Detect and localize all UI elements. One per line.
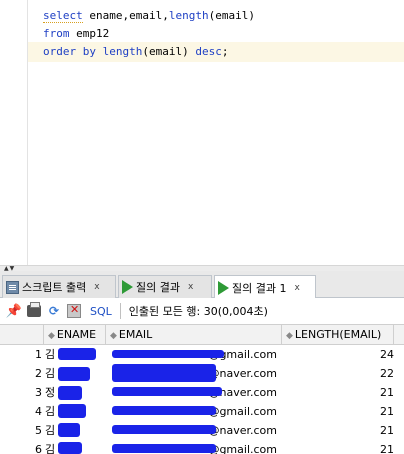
row-number-header <box>0 325 44 345</box>
grid-header: ◆ ENAME ◆ EMAIL ◆ LENGTH(EMAIL) <box>0 324 404 345</box>
tab-script-output[interactable]: 스크립트 출력 x <box>2 275 116 298</box>
column-header-ename[interactable]: ◆ ENAME <box>44 325 106 345</box>
tab-label: 질의 결과 <box>136 281 180 294</box>
length-cell[interactable]: 21 <box>282 402 394 421</box>
length-cell[interactable]: 21 <box>282 383 394 402</box>
keyword-order-by: order by <box>43 45 96 58</box>
redaction-mark <box>112 364 216 382</box>
function-args: (email) <box>142 45 189 58</box>
redaction-mark <box>112 425 216 434</box>
close-icon[interactable]: x <box>294 283 299 293</box>
length-cell[interactable]: 21 <box>282 440 394 454</box>
column-label: ENAME <box>56 328 97 341</box>
redaction-mark <box>112 406 216 415</box>
row-number: 5 <box>35 424 42 437</box>
cancel-query-icon[interactable] <box>66 303 82 319</box>
function-length: length <box>102 45 143 58</box>
select-columns: ename,email, <box>82 9 169 22</box>
redaction-mark <box>112 387 222 396</box>
length-cell[interactable]: 22 <box>282 364 394 383</box>
tab-query-result-1[interactable]: 질의 결과 1 x <box>214 275 316 299</box>
script-output-icon <box>6 280 19 294</box>
redaction-mark <box>58 367 90 381</box>
editor-gutter <box>0 0 28 265</box>
column-label: EMAIL <box>118 328 153 341</box>
redaction-mark <box>58 404 86 418</box>
row-number: 2 <box>35 367 42 380</box>
keyword-desc: desc <box>195 45 222 58</box>
tab-label: 스크립트 출력 <box>22 281 87 294</box>
row-number: 3 <box>35 386 42 399</box>
redaction-mark <box>112 444 216 453</box>
sort-icon: ◆ <box>286 331 293 341</box>
redaction-mark <box>112 350 224 358</box>
sort-icon: ◆ <box>48 331 55 341</box>
toolbar-divider <box>119 303 121 319</box>
refresh-icon[interactable]: ⟳ <box>46 303 62 319</box>
redaction-mark <box>58 348 96 360</box>
length-cell[interactable]: 24 <box>282 345 394 364</box>
keyword-select: select <box>43 9 83 23</box>
pin-icon[interactable]: 📌 <box>6 303 22 319</box>
length-cell[interactable]: 21 <box>282 421 394 440</box>
code-line-3[interactable]: order by length(email) desc; <box>28 42 404 62</box>
result-grid[interactable]: ◆ ENAME ◆ EMAIL ◆ LENGTH(EMAIL) 1 김 @gmail.… <box>0 324 404 454</box>
run-icon <box>122 280 133 294</box>
row-number: 1 <box>35 348 42 361</box>
fetch-status: 인출된 모든 행: 30(0,004초) <box>128 305 268 318</box>
column-label: LENGTH(EMAIL) <box>294 328 382 341</box>
column-header-length[interactable]: ◆ LENGTH(EMAIL) <box>282 325 394 345</box>
sql-editor[interactable]: select ename,email,length(email) from em… <box>0 0 404 265</box>
function-args: (email) <box>208 9 255 22</box>
sort-icon: ◆ <box>110 331 117 341</box>
results-toolbar: 📌 ⟳ SQL 인출된 모든 행: 30(0,004초) <box>0 298 404 324</box>
close-icon[interactable]: x <box>94 282 99 292</box>
print-icon[interactable] <box>26 302 42 319</box>
sql-button[interactable]: SQL <box>90 305 112 318</box>
results-tabbar: 스크립트 출력 x 질의 결과 x 질의 결과 1 x <box>0 271 404 299</box>
column-header-email[interactable]: ◆ EMAIL <box>106 325 282 345</box>
redaction-mark <box>58 442 82 454</box>
redaction-mark <box>58 423 80 437</box>
redaction-mark <box>58 386 82 400</box>
row-number: 4 <box>35 405 42 418</box>
close-icon[interactable]: x <box>188 282 193 292</box>
function-length: length <box>168 9 209 22</box>
keyword-from: from <box>43 27 70 40</box>
tab-query-result[interactable]: 질의 결과 x <box>118 275 212 298</box>
run-icon <box>218 280 229 295</box>
row-number: 6 <box>35 443 42 454</box>
tab-label: 질의 결과 1 <box>232 281 287 295</box>
code-line-1[interactable]: select ename,email,length(email) <box>28 6 404 26</box>
statement-terminator: ; <box>221 45 229 58</box>
table-name: emp12 <box>69 27 110 40</box>
code-line-2[interactable]: from emp12 <box>28 24 404 44</box>
